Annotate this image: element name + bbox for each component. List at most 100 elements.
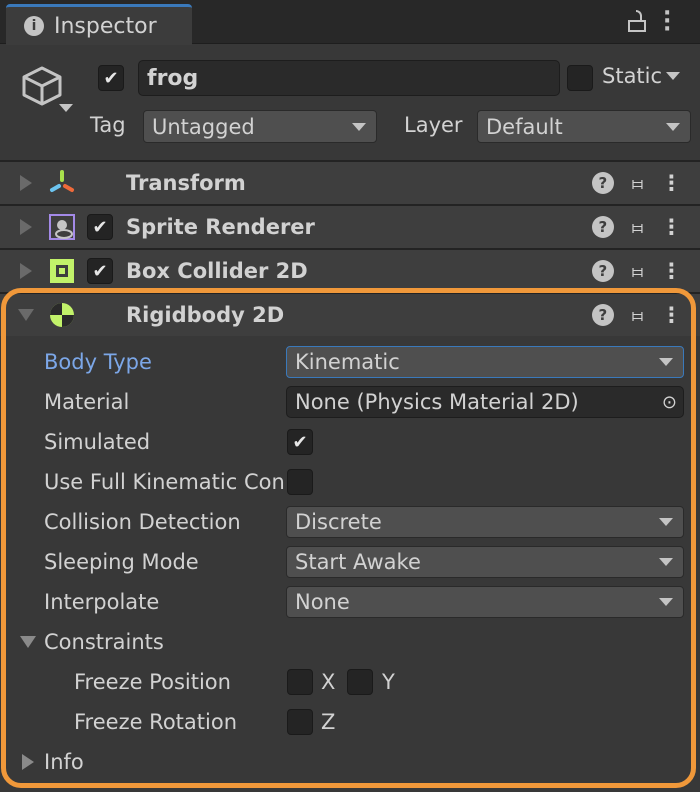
collapse-arrow-icon[interactable] <box>20 636 36 648</box>
chevron-down-icon <box>659 518 673 526</box>
component-title: Transform <box>126 171 246 195</box>
component-sprite-renderer[interactable]: ✔ Sprite Renderer ? ⧦ ⋮ <box>0 204 700 248</box>
name-value: frog <box>147 65 199 91</box>
constraints-foldout[interactable]: Constraints <box>0 622 700 662</box>
info-label: Info <box>44 750 84 774</box>
transform-icon <box>50 170 74 192</box>
collapse-arrow-icon[interactable] <box>18 309 34 321</box>
help-icon[interactable]: ? <box>591 304 614 326</box>
prop-sleeping-mode: Sleeping Mode Start Awake <box>0 542 700 582</box>
chevron-down-icon <box>659 558 673 566</box>
sleeping-value: Start Awake <box>295 550 421 574</box>
prop-freeze-rotation: Freeze Rotation Z <box>0 702 700 742</box>
object-picker-icon[interactable]: ⊙ <box>662 392 677 413</box>
preset-sliders-icon[interactable]: ⧦ <box>632 305 643 326</box>
more-menu-icon[interactable]: ⋮ <box>661 259 682 283</box>
x-label: X <box>321 670 336 694</box>
checkmark-icon: ✔ <box>292 431 308 453</box>
simulated-checkbox[interactable]: ✔ <box>287 429 313 455</box>
box-collider-icon <box>50 259 74 283</box>
checkmark-icon: ✔ <box>92 260 108 282</box>
expand-arrow-icon[interactable] <box>20 219 32 235</box>
material-value: None (Physics Material 2D) <box>295 390 579 414</box>
prop-interpolate: Interpolate None <box>0 582 700 622</box>
chevron-down-icon <box>659 358 673 366</box>
body-type-value: Kinematic <box>295 350 400 374</box>
layer-dropdown[interactable]: Default <box>477 110 691 143</box>
freeze-rotation-z-checkbox[interactable] <box>287 709 313 735</box>
checkmark-icon: ✔ <box>103 67 119 89</box>
name-input[interactable]: frog <box>138 60 560 96</box>
prop-freeze-position: Freeze Position X Y <box>0 662 700 702</box>
interpolate-label: Interpolate <box>44 590 160 614</box>
preset-sliders-icon[interactable]: ⧦ <box>632 261 643 282</box>
layer-label: Layer <box>404 113 463 137</box>
tag-dropdown[interactable]: Untagged <box>143 110 377 143</box>
full-kinematic-label: Use Full Kinematic Contacts <box>44 470 284 494</box>
tab-inspector[interactable]: i Inspector <box>6 4 192 45</box>
prop-body-type: Body Type Kinematic <box>0 342 700 382</box>
active-checkbox[interactable]: ✔ <box>98 65 124 91</box>
chevron-down-icon <box>352 122 366 131</box>
static-dropdown[interactable]: Static <box>602 64 681 88</box>
icon-dropdown-arrow[interactable] <box>59 104 73 112</box>
component-box-collider-2d[interactable]: ✔ Box Collider 2D ? ⧦ ⋮ <box>0 248 700 292</box>
info-foldout[interactable]: Info <box>0 742 700 782</box>
collision-dropdown[interactable]: Discrete <box>286 506 684 538</box>
component-transform[interactable]: Transform ? ⧦ ⋮ <box>0 160 700 204</box>
chevron-down-icon <box>666 122 680 131</box>
expand-arrow-icon[interactable] <box>22 754 34 770</box>
interpolate-dropdown[interactable]: None <box>286 586 684 618</box>
chevron-down-icon <box>659 598 673 606</box>
sprite-renderer-icon <box>49 214 75 240</box>
help-icon[interactable]: ? <box>591 216 614 238</box>
component-rigidbody-2d[interactable]: Rigidbody 2D ? ⧦ ⋮ <box>0 292 700 336</box>
freeze-position-y-checkbox[interactable] <box>347 669 373 695</box>
freeze-position-label: Freeze Position <box>74 670 231 694</box>
help-icon[interactable]: ? <box>591 260 614 282</box>
help-icon[interactable]: ? <box>591 172 614 194</box>
more-menu-icon[interactable]: ⋮ <box>661 303 682 327</box>
body-type-dropdown[interactable]: Kinematic <box>286 346 684 378</box>
tab-title: Inspector <box>54 13 157 39</box>
sleeping-dropdown[interactable]: Start Awake <box>286 546 684 578</box>
layer-value: Default <box>486 114 563 139</box>
freeze-rotation-label: Freeze Rotation <box>74 710 238 734</box>
expand-arrow-icon[interactable] <box>20 175 32 191</box>
preset-sliders-icon[interactable]: ⧦ <box>632 217 643 238</box>
more-menu-icon[interactable]: ⋮ <box>661 215 682 239</box>
gameobject-cube-icon[interactable] <box>20 64 64 108</box>
body-type-label: Body Type <box>44 350 152 374</box>
enabled-checkbox[interactable]: ✔ <box>87 258 113 284</box>
constraints-label: Constraints <box>44 630 164 654</box>
preset-sliders-icon[interactable]: ⧦ <box>632 173 643 194</box>
y-label: Y <box>382 670 395 694</box>
component-title: Rigidbody 2D <box>126 303 285 327</box>
sleeping-label: Sleeping Mode <box>44 550 199 574</box>
z-label: Z <box>321 710 336 734</box>
lock-icon[interactable] <box>628 10 646 32</box>
prop-collision-detection: Collision Detection Discrete <box>0 502 700 542</box>
checkmark-icon: ✔ <box>92 216 108 238</box>
info-icon: i <box>24 16 44 36</box>
prop-full-kinematic: Use Full Kinematic Contacts <box>0 462 700 502</box>
enabled-checkbox[interactable]: ✔ <box>87 214 113 240</box>
static-checkbox[interactable] <box>567 65 593 91</box>
collision-label: Collision Detection <box>44 510 241 534</box>
simulated-label: Simulated <box>44 430 151 454</box>
full-kinematic-checkbox[interactable] <box>287 469 313 495</box>
more-menu-icon[interactable]: ⋮ <box>661 171 682 195</box>
interpolate-value: None <box>295 590 350 614</box>
more-menu-icon[interactable]: · · · <box>663 3 671 41</box>
material-field[interactable]: None (Physics Material 2D) ⊙ <box>286 386 684 418</box>
material-label: Material <box>44 390 130 414</box>
chevron-down-icon <box>666 72 681 80</box>
prop-simulated: Simulated ✔ <box>0 422 700 462</box>
component-title: Sprite Renderer <box>126 215 315 239</box>
tag-value: Untagged <box>152 114 255 139</box>
prop-material: Material None (Physics Material 2D) ⊙ <box>0 382 700 422</box>
expand-arrow-icon[interactable] <box>20 263 32 279</box>
rigidbody-icon <box>50 303 74 327</box>
component-title: Box Collider 2D <box>126 259 308 283</box>
freeze-position-x-checkbox[interactable] <box>287 669 313 695</box>
